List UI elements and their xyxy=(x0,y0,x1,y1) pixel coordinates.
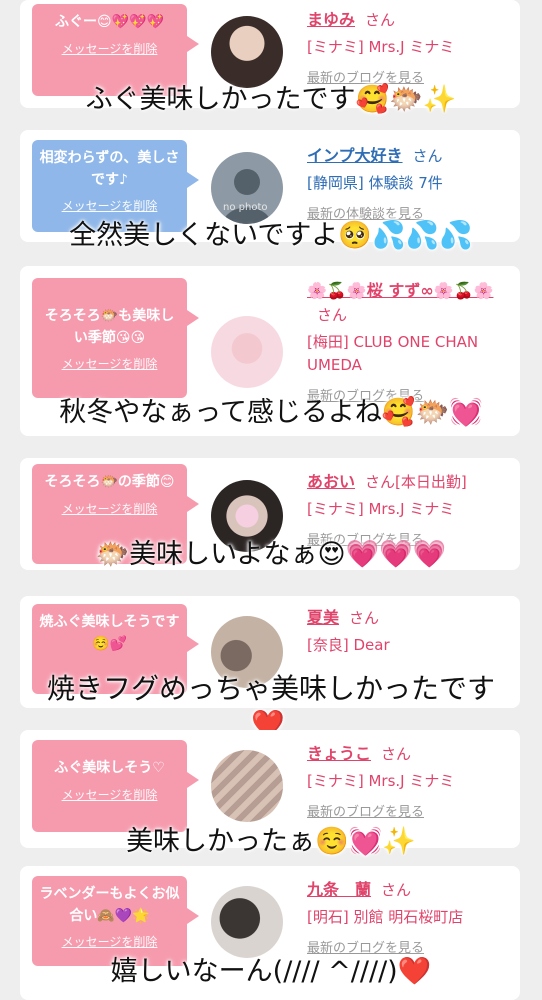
latest-blog-link[interactable]: 最新のブログを見る xyxy=(307,801,512,820)
message-bubble: ふぐ美味しそう♡ メッセージを削除 xyxy=(32,740,199,832)
avatar[interactable] xyxy=(211,886,283,958)
shop-info: [梅田] CLUB ONE CHAN UMEDA xyxy=(307,332,479,374)
delete-message-link[interactable]: メッセージを削除 xyxy=(38,933,181,952)
delete-message-link[interactable]: メッセージを削除 xyxy=(38,786,181,805)
shop-info: [奈良] Dear xyxy=(307,636,390,654)
honorific: さん xyxy=(381,745,412,763)
delete-message-link[interactable]: メッセージを削除 xyxy=(38,500,181,519)
message-bubble: 相変わらずの、美しさです♪ メッセージを削除 xyxy=(32,140,199,232)
reply-overlay-text: 全然美しくないですよ🥺💦💦💦 xyxy=(69,220,473,251)
honorific: さん xyxy=(365,473,396,491)
user-name-link[interactable]: 🌸🍒🌸桜 すず∞🌸🍒🌸 xyxy=(307,281,493,300)
user-name-link[interactable]: まゆみ xyxy=(307,10,355,29)
message-text: 焼ふぐ美味しそうです☺️💕 xyxy=(39,614,180,652)
shop-info: [明石] 別館 明石桜町店 xyxy=(307,908,464,926)
person-silhouette-icon xyxy=(223,169,271,224)
delete-message-link[interactable]: メッセージを削除 xyxy=(38,40,181,59)
honorific: さん xyxy=(317,305,348,324)
reply-overlay-text: 美味しかったぁ☺️💓✨ xyxy=(126,826,416,857)
honorific: さん xyxy=(349,609,380,627)
avatar[interactable] xyxy=(211,750,283,822)
reply-overlay-text: ふぐ美味しかったです🥰🐡✨ xyxy=(85,84,457,115)
reply-overlay-text: 🐡美味しいよなぁ😍💗💗💗 xyxy=(95,539,447,570)
user-name-link[interactable]: 九条 蘭 xyxy=(307,880,371,899)
user-name-link[interactable]: きょうこ xyxy=(307,744,371,763)
user-name-link[interactable]: あおい xyxy=(307,472,355,491)
user-name-link[interactable]: インプ大好き xyxy=(307,146,403,165)
latest-blog-link[interactable]: 最新のブログを見る xyxy=(307,937,512,956)
no-photo-label: no photo xyxy=(223,202,268,213)
reply-overlay-text: 嬉しいなーん(//// ^////)❤️ xyxy=(110,956,432,987)
honorific: さん xyxy=(365,11,396,29)
shop-info: [ミナミ] Mrs.J ミナミ xyxy=(307,500,455,518)
message-bubble: ふぐー😊💖💖💖 メッセージを削除 xyxy=(32,4,199,96)
message-text: ふぐー😊💖💖💖 xyxy=(55,14,164,30)
avatar[interactable] xyxy=(211,316,283,388)
message-text: ラベンダーもよくお似合い🙈💜🌟 xyxy=(39,886,180,924)
message-text: そろそろ🐡も美味しい季節😘😘 xyxy=(44,308,175,346)
message-bubble: ラベンダーもよくお似合い🙈💜🌟 メッセージを削除 xyxy=(32,876,199,966)
delete-message-link[interactable]: メッセージを削除 xyxy=(38,197,181,216)
honorific: さん xyxy=(381,881,412,899)
message-text: 相変わらずの、美しさです♪ xyxy=(39,150,180,188)
avatar[interactable] xyxy=(211,16,283,88)
honorific: さん xyxy=(412,147,443,165)
delete-message-link[interactable]: メッセージを削除 xyxy=(38,355,181,374)
message-bubble: そろそろ🐡も美味しい季節😘😘 メッセージを削除 xyxy=(32,278,199,398)
shop-info: [ミナミ] Mrs.J ミナミ xyxy=(307,772,455,790)
avatar[interactable]: no photo xyxy=(211,152,283,224)
reply-overlay-text: 秋冬やなぁって感じるよね🥰🐡💓 xyxy=(59,397,483,428)
working-today-badge: [本日出勤] xyxy=(395,473,467,491)
shop-info: [ミナミ] Mrs.J ミナミ xyxy=(307,38,455,56)
message-text: そろそろ🐡の季節😊 xyxy=(44,474,175,490)
reply-overlay-text: 焼きフグめっちゃ美味しかったです xyxy=(46,672,495,705)
user-name-link[interactable]: 夏美 xyxy=(307,608,339,627)
message-text: ふぐ美味しそう♡ xyxy=(54,760,165,776)
shop-info: [静岡県] 体験談 7件 xyxy=(307,174,443,192)
